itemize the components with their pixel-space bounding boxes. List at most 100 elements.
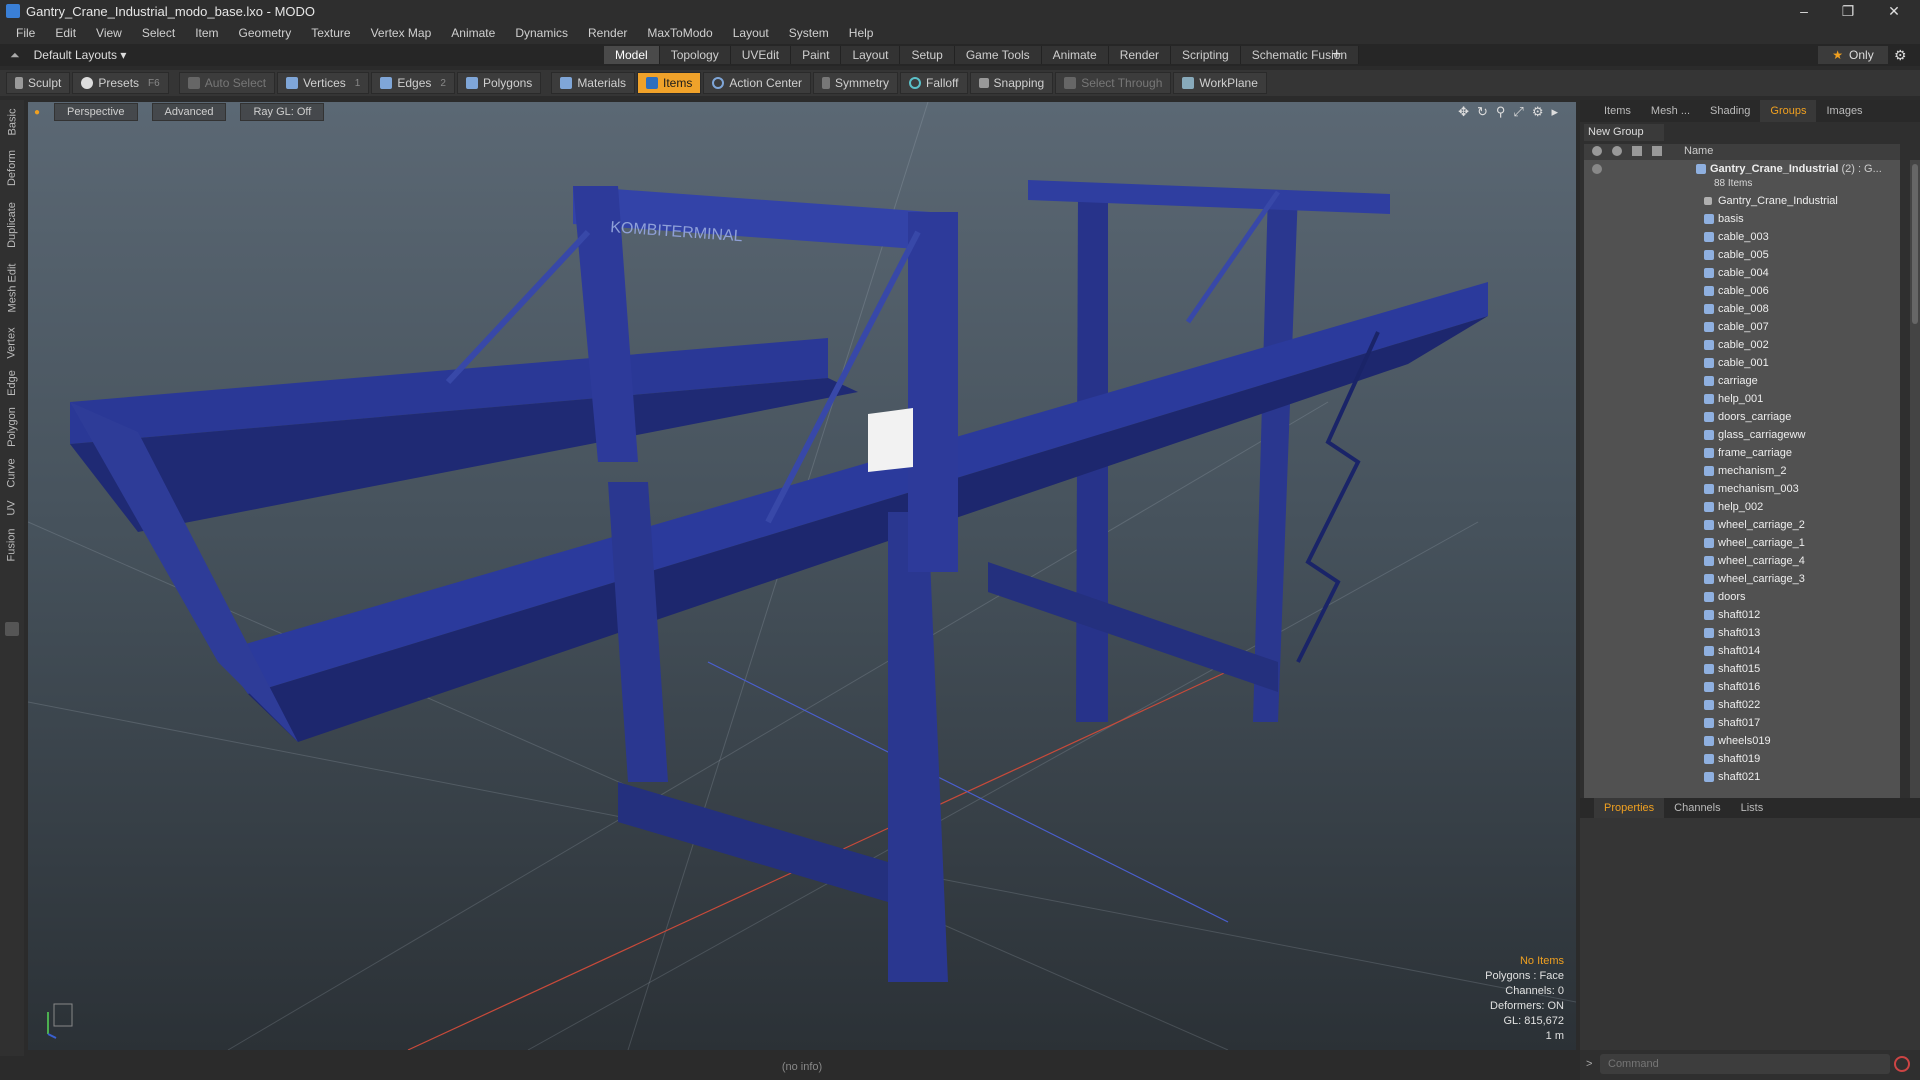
vertices-button[interactable]: Vertices 1 — [277, 72, 370, 94]
vtab-duplicate[interactable]: Duplicate — [0, 196, 24, 254]
group-item-row[interactable]: shaft016 — [1584, 678, 1900, 696]
menu-texture[interactable]: Texture — [301, 26, 360, 40]
menu-item[interactable]: Item — [185, 26, 228, 40]
vtab-basic[interactable]: Basic — [0, 104, 24, 140]
tab-animate[interactable]: Animate — [1041, 46, 1109, 64]
group-item-row[interactable]: wheel_carriage_4 — [1584, 552, 1900, 570]
list-scrollbar[interactable] — [1910, 160, 1920, 890]
group-item-row[interactable]: carriage — [1584, 372, 1900, 390]
command-input[interactable] — [1600, 1054, 1890, 1074]
group-item-row[interactable]: help_001 — [1584, 390, 1900, 408]
select-icon[interactable] — [1652, 146, 1662, 156]
group-item-row[interactable]: shaft022 — [1584, 696, 1900, 714]
menu-system[interactable]: System — [779, 26, 839, 40]
tab-shading[interactable]: Shading — [1700, 100, 1760, 122]
gear-icon[interactable]: ⚙ — [1894, 44, 1907, 66]
layout-selector[interactable]: Default Layouts ▾ — [34, 48, 127, 62]
group-item-row[interactable]: basis — [1584, 210, 1900, 228]
tab-render[interactable]: Render — [1108, 46, 1172, 64]
group-item-row[interactable]: cable_004 — [1584, 264, 1900, 282]
toggle-panel-icon[interactable] — [5, 622, 19, 636]
group-item-row[interactable]: cable_005 — [1584, 246, 1900, 264]
tab-uvedit[interactable]: UVEdit — [730, 46, 792, 64]
tab-properties[interactable]: Properties — [1594, 798, 1665, 818]
group-item-row[interactable]: help_002 — [1584, 498, 1900, 516]
eye-icon[interactable] — [1592, 164, 1602, 174]
menu-layout[interactable]: Layout — [723, 26, 779, 40]
auto-select-button[interactable]: Auto Select — [178, 72, 276, 94]
group-item-row[interactable]: cable_008 — [1584, 300, 1900, 318]
vtab-mesh-edit[interactable]: Mesh Edit — [0, 258, 24, 318]
group-item-row[interactable]: shaft012 — [1584, 606, 1900, 624]
lock-icon[interactable] — [1632, 146, 1642, 156]
group-item-row[interactable]: shaft021 — [1584, 768, 1900, 786]
group-item-row[interactable]: wheel_carriage_2 — [1584, 516, 1900, 534]
polygons-button[interactable]: Polygons — [456, 72, 542, 94]
falloff-button[interactable]: Falloff — [900, 72, 968, 94]
vtab-fusion[interactable]: Fusion — [0, 524, 24, 566]
only-toggle[interactable]: ★ Only — [1818, 46, 1888, 64]
group-item-row[interactable]: wheels019 — [1584, 732, 1900, 750]
group-item-row[interactable]: frame_carriage — [1584, 444, 1900, 462]
minimize-button[interactable]: – — [1784, 0, 1824, 22]
perspective-button[interactable]: Perspective — [54, 103, 138, 121]
tab-model[interactable]: Model — [604, 46, 660, 64]
tab-topology[interactable]: Topology — [659, 46, 731, 64]
viewport-settings-icon[interactable]: ⚙ — [1532, 104, 1544, 120]
menu-geometry[interactable]: Geometry — [229, 26, 302, 40]
vtab-uv[interactable]: UV — [0, 496, 24, 520]
group-item-row[interactable]: Gantry_Crane_Industrial — [1584, 192, 1900, 210]
vtab-curve[interactable]: Curve — [0, 454, 24, 492]
maximize-button[interactable]: ❐ — [1828, 0, 1868, 22]
maximize-viewport-icon[interactable]: ⤢ — [1513, 104, 1523, 120]
group-item-row[interactable]: shaft013 — [1584, 624, 1900, 642]
group-item-row[interactable]: glass_carriageww — [1584, 426, 1900, 444]
tab-channels[interactable]: Channels — [1664, 798, 1730, 818]
menu-edit[interactable]: Edit — [45, 26, 86, 40]
vtab-edge[interactable]: Edge — [0, 366, 24, 400]
tab-game-tools[interactable]: Game Tools — [954, 46, 1042, 64]
tab-paint[interactable]: Paint — [791, 46, 842, 64]
tab-groups[interactable]: Groups — [1760, 100, 1817, 122]
edges-button[interactable]: Edges 2 — [371, 72, 455, 94]
menu-animate[interactable]: Animate — [441, 26, 505, 40]
vtab-deform[interactable]: Deform — [0, 146, 24, 190]
group-item-row[interactable]: shaft015 — [1584, 660, 1900, 678]
scroll-thumb[interactable] — [1912, 164, 1918, 324]
menu-view[interactable]: View — [86, 26, 132, 40]
tab-layout[interactable]: Layout — [841, 46, 901, 64]
viewport-menu-icon[interactable]: ● — [34, 107, 40, 118]
raygl-button[interactable]: Ray GL: Off — [240, 103, 325, 121]
sculpt-button[interactable]: Sculpt — [6, 72, 71, 94]
menu-select[interactable]: Select — [132, 26, 185, 40]
tab-mesh[interactable]: Mesh ... — [1641, 100, 1700, 122]
close-button[interactable]: ✕ — [1874, 0, 1914, 22]
group-item-row[interactable]: doors — [1584, 588, 1900, 606]
select-through-button[interactable]: Select Through — [1055, 72, 1172, 94]
tab-scripting[interactable]: Scripting — [1171, 46, 1241, 64]
group-item-row[interactable]: shaft014 — [1584, 642, 1900, 660]
items-button[interactable]: Items — [637, 72, 702, 94]
workplane-button[interactable]: WorkPlane — [1173, 72, 1267, 94]
presets-button[interactable]: Presets F6 — [72, 72, 169, 94]
group-item-row[interactable]: cable_006 — [1584, 282, 1900, 300]
tab-schematic-fusion[interactable]: Schematic Fusion — [1240, 46, 1360, 64]
layout-toggle-icon[interactable]: ⏶ — [10, 48, 20, 63]
menu-dynamics[interactable]: Dynamics — [505, 26, 578, 40]
advanced-button[interactable]: Advanced — [151, 103, 227, 121]
group-item-row[interactable]: mechanism_003 — [1584, 480, 1900, 498]
zoom-icon[interactable]: ⚲ — [1496, 104, 1506, 120]
add-tab-button[interactable]: + — [1332, 44, 1341, 66]
menu-help[interactable]: Help — [839, 26, 884, 40]
tab-images[interactable]: Images — [1816, 100, 1872, 122]
record-icon[interactable] — [1894, 1056, 1910, 1072]
group-item-row[interactable]: cable_003 — [1584, 228, 1900, 246]
group-item-row[interactable]: cable_002 — [1584, 336, 1900, 354]
tab-setup[interactable]: Setup — [900, 46, 955, 64]
tab-lists[interactable]: Lists — [1731, 798, 1774, 818]
rotate-view-icon[interactable]: ↻ — [1477, 104, 1488, 120]
expand-arrow-icon[interactable]: ▸ — [1551, 104, 1558, 120]
group-item-row[interactable]: shaft019 — [1584, 750, 1900, 768]
group-item-row[interactable]: doors_carriage — [1584, 408, 1900, 426]
menu-maxtomodo[interactable]: MaxToModo — [637, 26, 722, 40]
